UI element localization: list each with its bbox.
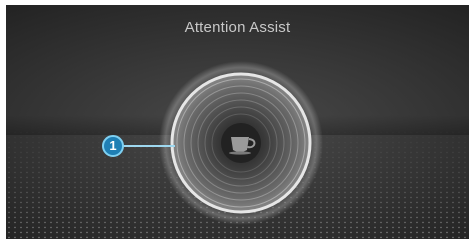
- attention-assist-screen: Attention Assist 1: [6, 5, 469, 239]
- callout-leader-line: [123, 145, 175, 147]
- callout-marker-1: 1: [102, 135, 124, 157]
- attention-level-gauge: [159, 61, 323, 225]
